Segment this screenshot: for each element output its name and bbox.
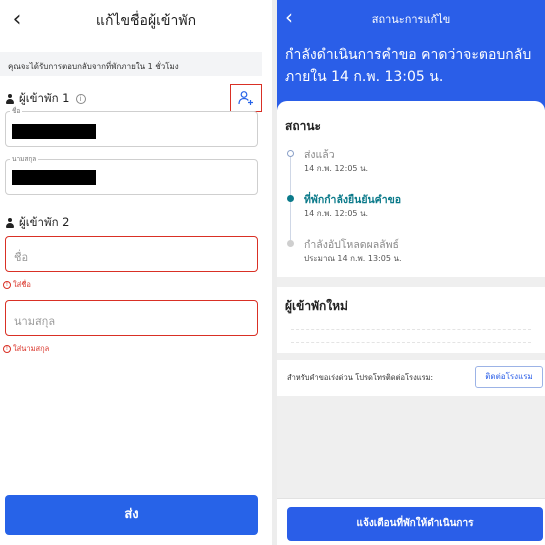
status-heading: สถานะ — [285, 119, 321, 133]
first-name-error-text: ใส่ชื่อ — [13, 280, 31, 289]
step-title: กำลังอัปโหลดผลลัพธ์ — [304, 239, 399, 251]
response-time-notice: คุณจะได้รับการตอบกลับจากที่พักภายใน 1 ชั… — [0, 52, 262, 76]
chevron-left-icon[interactable]: ‹ — [285, 5, 293, 29]
first-name-placeholder: ชื่อ — [14, 251, 29, 264]
guest-1-first-name-field[interactable]: ชื่อ — [5, 106, 258, 147]
loading-placeholder — [291, 329, 531, 343]
redacted-value — [12, 170, 96, 185]
left-header: ‹ แก้ไขชื่อผู้เข้าพัก — [0, 0, 272, 44]
notify-property-button[interactable]: แจ้งเตือนที่พักให้ดำเนินการ — [287, 507, 543, 541]
contact-hotel-row: สำหรับคำขอเร่งด่วน โปรดโทรติดต่อโรงแรม: … — [277, 360, 545, 396]
step-time: ประมาณ 14 ก.พ. 13:05 น. — [304, 254, 402, 263]
guest-2-heading: ผู้เข้าพัก 2 — [5, 214, 70, 232]
guest-2-first-name-input[interactable]: ชื่อ — [5, 236, 258, 272]
new-guests-heading: ผู้เข้าพักใหม่ — [285, 299, 348, 313]
step-time: 14 ก.พ. 12:05 น. — [304, 209, 369, 218]
add-person-icon — [238, 91, 253, 105]
first-name-label: ชื่อ — [10, 106, 23, 116]
submit-button[interactable]: ส่ง — [5, 495, 258, 535]
new-guests-card: ผู้เข้าพักใหม่ — [277, 287, 545, 353]
step-pending-dot — [287, 240, 294, 247]
first-name-error: ! ใส่ชื่อ — [3, 279, 31, 291]
person-icon — [5, 94, 15, 104]
guest-1-label: ผู้เข้าพัก 1 — [19, 91, 70, 105]
add-guest-button[interactable] — [230, 84, 262, 112]
last-name-label: นามสกุล — [10, 154, 39, 164]
contact-hotel-text: สำหรับคำขอเร่งด่วน โปรดโทรติดต่อโรงแรม: — [287, 373, 434, 382]
edit-guest-name-screen: ‹ แก้ไขชื่อผู้เข้าพัก คุณจะได้รับการตอบก… — [0, 0, 272, 545]
page-title: แก้ไขชื่อผู้เข้าพัก — [95, 13, 197, 29]
info-icon[interactable]: i — [75, 94, 86, 104]
footer-bar: แจ้งเตือนที่พักให้ดำเนินการ — [277, 498, 545, 545]
page-title: สถานะการแก้ไข — [371, 13, 451, 26]
last-name-error-text: ใส่นามสกุล — [13, 344, 50, 353]
guest-2-last-name-input[interactable]: นามสกุล — [5, 300, 258, 336]
processing-banner: กำลังดำเนินการคำขอ คาดว่าจะตอบกลับภายใน … — [285, 47, 532, 85]
redacted-value — [12, 124, 96, 139]
guest-2-label: ผู้เข้าพัก 2 — [19, 215, 70, 229]
last-name-placeholder: นามสกุล — [14, 315, 56, 328]
status-header: ‹ สถานะการแก้ไข กำลังดำเนินการคำขอ คาดว่… — [277, 0, 545, 110]
step-title: ส่งแล้ว — [304, 149, 335, 161]
step-title: ที่พักกำลังยืนยันคำขอ — [304, 194, 402, 206]
step-time: 14 ก.พ. 12:05 น. — [304, 164, 369, 173]
step-active-dot — [287, 195, 294, 202]
person-icon — [5, 218, 15, 228]
last-name-error: ! ใส่นามสกุล — [3, 343, 49, 355]
step-done-dot — [287, 150, 294, 157]
error-icon: ! — [3, 345, 11, 353]
chevron-left-icon[interactable]: ‹ — [4, 6, 30, 34]
status-card: สถานะ ส่งแล้ว 14 ก.พ. 12:05 น. ที่พักกำล… — [277, 101, 545, 277]
error-icon: ! — [3, 281, 11, 289]
edit-status-screen: ‹ สถานะการแก้ไข กำลังดำเนินการคำขอ คาดว่… — [277, 0, 545, 545]
contact-hotel-button[interactable]: ติดต่อโรงแรม — [475, 366, 543, 388]
guest-1-last-name-field[interactable]: นามสกุล — [5, 154, 258, 195]
